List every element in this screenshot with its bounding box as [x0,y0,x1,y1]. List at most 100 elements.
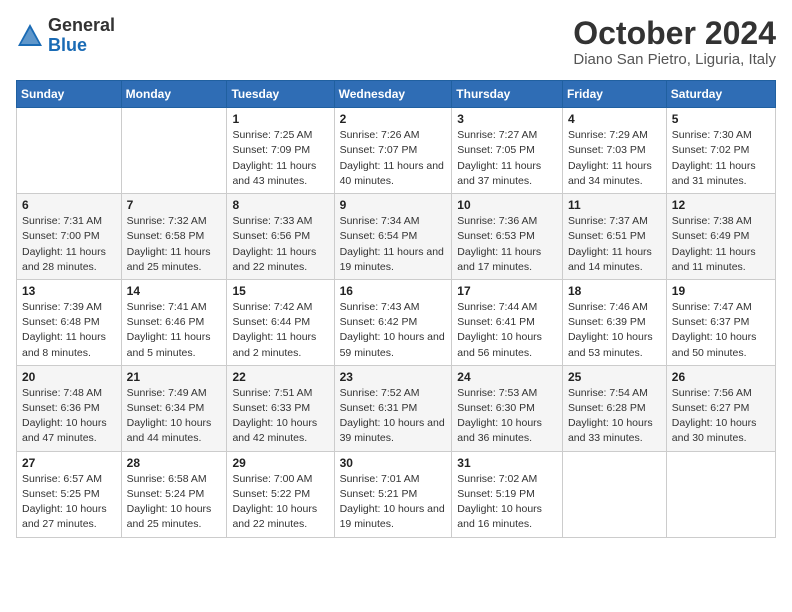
calendar-cell: 26 Sunrise: 7:56 AM Sunset: 6:27 PM Dayli… [666,365,775,451]
day-info: Sunrise: 6:58 AM Sunset: 5:24 PM Dayligh… [127,472,223,533]
day-info: Sunrise: 7:32 AM Sunset: 6:58 PM Dayligh… [127,214,223,275]
day-number: 12 [672,198,771,212]
logo: General Blue [16,16,115,56]
day-number: 30 [340,456,448,470]
calendar-cell: 6 Sunrise: 7:31 AM Sunset: 7:00 PM Daylig… [17,194,122,280]
day-of-week-header: Thursday [452,81,563,108]
day-info: Sunrise: 7:37 AM Sunset: 6:51 PM Dayligh… [568,214,662,275]
calendar-week-row: 1 Sunrise: 7:25 AM Sunset: 7:09 PM Daylig… [17,108,776,194]
day-info: Sunrise: 7:51 AM Sunset: 6:33 PM Dayligh… [232,386,329,447]
day-of-week-header: Sunday [17,81,122,108]
day-number: 24 [457,370,558,384]
page-header: General Blue October 2024 Diano San Piet… [16,16,776,68]
calendar-cell: 11Sunrise: 7:37 AM Sunset: 6:51 PM Dayli… [562,194,666,280]
calendar-cell: 25Sunrise: 7:54 AM Sunset: 6:28 PM Dayli… [562,365,666,451]
calendar-cell [17,108,122,194]
logo-text: General Blue [48,16,115,56]
calendar-cell: 23 Sunrise: 7:52 AM Sunset: 6:31 PM Dayli… [334,365,452,451]
calendar-cell: 21 Sunrise: 7:49 AM Sunset: 6:34 PM Dayli… [121,365,227,451]
day-info: Sunrise: 7:29 AM Sunset: 7:03 PM Dayligh… [568,128,662,189]
calendar-cell: 28 Sunrise: 6:58 AM Sunset: 5:24 PM Dayli… [121,451,227,537]
calendar-cell: 13Sunrise: 7:39 AM Sunset: 6:48 PM Dayli… [17,279,122,365]
calendar-cell: 5 Sunrise: 7:30 AM Sunset: 7:02 PM Daylig… [666,108,775,194]
day-number: 25 [568,370,662,384]
day-info: Sunrise: 7:41 AM Sunset: 6:46 PM Dayligh… [127,300,223,361]
day-info: Sunrise: 7:52 AM Sunset: 6:31 PM Dayligh… [340,386,448,447]
calendar-week-row: 13Sunrise: 7:39 AM Sunset: 6:48 PM Dayli… [17,279,776,365]
day-number: 17 [457,284,558,298]
day-number: 4 [568,112,662,126]
day-of-week-header: Wednesday [334,81,452,108]
calendar-cell: 19Sunrise: 7:47 AM Sunset: 6:37 PM Dayli… [666,279,775,365]
location: Diano San Pietro, Liguria, Italy [573,51,776,68]
day-info: Sunrise: 7:46 AM Sunset: 6:39 PM Dayligh… [568,300,662,361]
day-number: 16 [340,284,448,298]
calendar-cell: 9Sunrise: 7:34 AM Sunset: 6:54 PM Daylig… [334,194,452,280]
day-number: 13 [22,284,117,298]
day-info: Sunrise: 7:36 AM Sunset: 6:53 PM Dayligh… [457,214,558,275]
day-number: 20 [22,370,117,384]
calendar-cell: 2Sunrise: 7:26 AM Sunset: 7:07 PM Daylig… [334,108,452,194]
day-number: 28 [127,456,223,470]
logo-general: General [48,15,115,35]
day-number: 31 [457,456,558,470]
calendar-cell: 30 Sunrise: 7:01 AM Sunset: 5:21 PM Dayli… [334,451,452,537]
calendar-cell: 31Sunrise: 7:02 AM Sunset: 5:19 PM Dayli… [452,451,563,537]
calendar-cell: 3Sunrise: 7:27 AM Sunset: 7:05 PM Daylig… [452,108,563,194]
day-number: 22 [232,370,329,384]
day-info: Sunrise: 7:33 AM Sunset: 6:56 PM Dayligh… [232,214,329,275]
day-info: Sunrise: 7:30 AM Sunset: 7:02 PM Dayligh… [672,128,771,189]
day-info: Sunrise: 7:43 AM Sunset: 6:42 PM Dayligh… [340,300,448,361]
day-number: 26 [672,370,771,384]
day-number: 6 [22,198,117,212]
day-info: Sunrise: 7:44 AM Sunset: 6:41 PM Dayligh… [457,300,558,361]
calendar-header-row: SundayMondayTuesdayWednesdayThursdayFrid… [17,81,776,108]
calendar-cell: 18 Sunrise: 7:46 AM Sunset: 6:39 PM Dayli… [562,279,666,365]
calendar-week-row: 6 Sunrise: 7:31 AM Sunset: 7:00 PM Daylig… [17,194,776,280]
calendar-cell: 24Sunrise: 7:53 AM Sunset: 6:30 PM Dayli… [452,365,563,451]
day-number: 1 [232,112,329,126]
day-number: 21 [127,370,223,384]
day-number: 7 [127,198,223,212]
calendar-cell: 7 Sunrise: 7:32 AM Sunset: 6:58 PM Daylig… [121,194,227,280]
day-number: 18 [568,284,662,298]
day-number: 2 [340,112,448,126]
title-block: October 2024 Diano San Pietro, Liguria, … [573,16,776,68]
calendar-cell: 16 Sunrise: 7:43 AM Sunset: 6:42 PM Dayli… [334,279,452,365]
calendar-cell: 22 Sunrise: 7:51 AM Sunset: 6:33 PM Dayli… [227,365,334,451]
calendar-week-row: 20 Sunrise: 7:48 AM Sunset: 6:36 PM Dayli… [17,365,776,451]
month-year: October 2024 [573,16,776,51]
day-of-week-header: Saturday [666,81,775,108]
calendar-week-row: 27 Sunrise: 6:57 AM Sunset: 5:25 PM Dayli… [17,451,776,537]
day-number: 14 [127,284,223,298]
calendar-cell: 1 Sunrise: 7:25 AM Sunset: 7:09 PM Daylig… [227,108,334,194]
logo-icon [16,22,44,50]
day-number: 8 [232,198,329,212]
day-info: Sunrise: 7:01 AM Sunset: 5:21 PM Dayligh… [340,472,448,533]
day-of-week-header: Monday [121,81,227,108]
calendar-cell [121,108,227,194]
calendar-cell: 15Sunrise: 7:42 AM Sunset: 6:44 PM Dayli… [227,279,334,365]
day-info: Sunrise: 7:25 AM Sunset: 7:09 PM Dayligh… [232,128,329,189]
day-number: 29 [232,456,329,470]
day-number: 27 [22,456,117,470]
calendar-cell: 20 Sunrise: 7:48 AM Sunset: 6:36 PM Dayli… [17,365,122,451]
day-number: 23 [340,370,448,384]
calendar-cell: 4 Sunrise: 7:29 AM Sunset: 7:03 PM Daylig… [562,108,666,194]
logo-blue: Blue [48,35,87,55]
day-of-week-header: Tuesday [227,81,334,108]
day-info: Sunrise: 7:48 AM Sunset: 6:36 PM Dayligh… [22,386,117,447]
day-number: 5 [672,112,771,126]
day-of-week-header: Friday [562,81,666,108]
calendar-cell: 17 Sunrise: 7:44 AM Sunset: 6:41 PM Dayli… [452,279,563,365]
day-info: Sunrise: 7:56 AM Sunset: 6:27 PM Dayligh… [672,386,771,447]
day-info: Sunrise: 7:31 AM Sunset: 7:00 PM Dayligh… [22,214,117,275]
day-info: Sunrise: 7:42 AM Sunset: 6:44 PM Dayligh… [232,300,329,361]
day-info: Sunrise: 6:57 AM Sunset: 5:25 PM Dayligh… [22,472,117,533]
day-info: Sunrise: 7:38 AM Sunset: 6:49 PM Dayligh… [672,214,771,275]
calendar-cell: 29Sunrise: 7:00 AM Sunset: 5:22 PM Dayli… [227,451,334,537]
day-info: Sunrise: 7:34 AM Sunset: 6:54 PM Dayligh… [340,214,448,275]
day-info: Sunrise: 7:27 AM Sunset: 7:05 PM Dayligh… [457,128,558,189]
calendar-cell: 14 Sunrise: 7:41 AM Sunset: 6:46 PM Dayli… [121,279,227,365]
day-info: Sunrise: 7:49 AM Sunset: 6:34 PM Dayligh… [127,386,223,447]
